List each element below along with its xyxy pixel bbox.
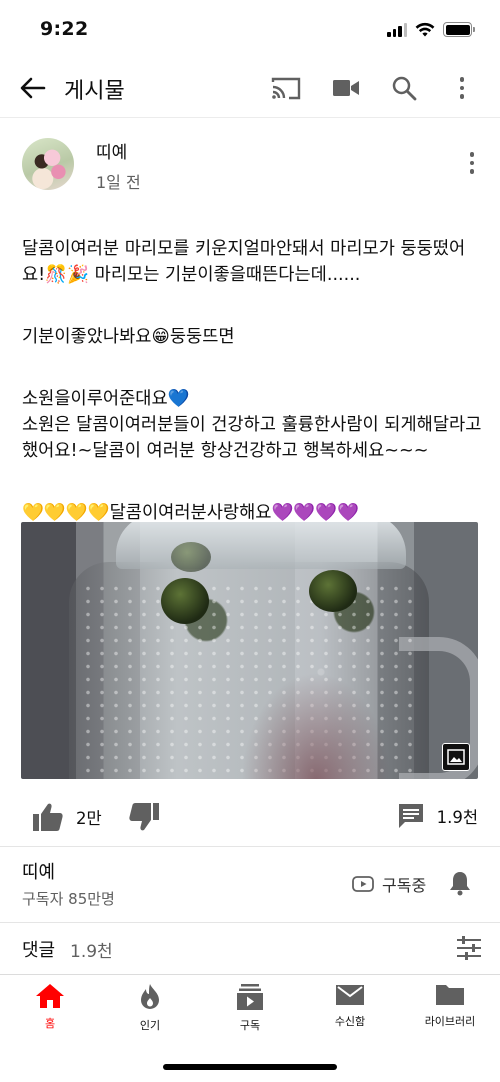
- search-icon: [392, 76, 417, 101]
- nav-label: 라이브러리: [424, 1015, 476, 1028]
- channel-info: 띠예 구독자 85만명 구독중: [0, 846, 500, 922]
- back-button[interactable]: [18, 74, 48, 102]
- home-icon: [36, 984, 64, 1008]
- comments-header[interactable]: 댓글 1.9천: [0, 922, 500, 974]
- dot: [469, 160, 475, 165]
- post-image[interactable]: [21, 522, 478, 779]
- youtube-subscribed-icon: [352, 876, 374, 892]
- video-camera-icon: [333, 80, 359, 96]
- dot: [469, 152, 475, 157]
- dislike-button[interactable]: [128, 802, 160, 836]
- nav-item-inbox[interactable]: 수신함: [300, 983, 400, 1039]
- status-time: 9:22: [40, 18, 89, 40]
- post-actions: 2만 1.9천: [0, 794, 500, 846]
- nav-item-library[interactable]: 라이브러리: [400, 983, 500, 1039]
- channel-name[interactable]: 띠예: [22, 858, 55, 884]
- thumbs-down-icon: [129, 803, 159, 831]
- marimo-ball: [171, 542, 211, 572]
- subscribed-button[interactable]: 구독중: [352, 872, 426, 896]
- comments-title: 댓글: [22, 940, 56, 961]
- jar-lid-shape: [116, 522, 406, 569]
- dot: [459, 85, 465, 91]
- dot: [459, 77, 465, 82]
- comments-count: 1.9천: [70, 942, 113, 962]
- notification-bell-button[interactable]: [448, 870, 472, 900]
- battery-icon: [443, 22, 475, 37]
- cellular-signal-icon: [387, 22, 407, 37]
- post-paragraph: 기분이좋았나봐요😁둥둥뜨면: [22, 327, 235, 347]
- like-count: 2만: [76, 809, 102, 828]
- dot: [459, 94, 465, 99]
- search-button[interactable]: [388, 73, 420, 103]
- thumbs-up-icon: [33, 803, 63, 831]
- image-icon: [442, 743, 470, 771]
- post-header: 띠예 1일 전: [0, 118, 500, 204]
- more-options-button[interactable]: [446, 73, 478, 103]
- avatar[interactable]: [22, 138, 74, 190]
- nav-label: 구독: [239, 1019, 261, 1032]
- nav-label: 홈: [44, 1017, 56, 1030]
- page-title: 게시물: [64, 79, 125, 104]
- nav-label: 수신함: [334, 1015, 366, 1028]
- app-header: 게시물: [0, 58, 500, 118]
- bell-icon: [450, 872, 470, 896]
- post-paragraph: 소원을이루어준대요💙 소원은 달콤이여러분들이 건강하고 훌륭한사람이 되게해달…: [22, 389, 482, 461]
- status-icons: [387, 22, 475, 37]
- cast-icon: [271, 77, 301, 100]
- create-video-button[interactable]: [330, 73, 362, 103]
- nav-item-trending[interactable]: 인기: [100, 983, 200, 1039]
- nav-item-home[interactable]: 홈: [0, 983, 100, 1039]
- post-author-name[interactable]: 띠예: [96, 138, 127, 163]
- cast-button[interactable]: [270, 73, 302, 103]
- marimo-ball: [309, 570, 357, 612]
- like-button[interactable]: 2만: [32, 802, 102, 832]
- dot: [469, 169, 475, 174]
- status-bar: 9:22: [0, 0, 500, 58]
- library-folder-icon: [436, 985, 464, 1005]
- subscriber-count: 구독자 85만명: [22, 890, 115, 908]
- post-menu-button[interactable]: [466, 152, 478, 178]
- marimo-ball: [161, 578, 209, 624]
- subscriptions-icon: [237, 984, 263, 1010]
- nav-item-subscriptions[interactable]: 구독: [200, 983, 300, 1039]
- home-indicator: [163, 1064, 337, 1070]
- sort-comments-button[interactable]: [456, 936, 482, 964]
- post-time: 1일 전: [96, 173, 141, 192]
- arrow-back-icon: [20, 77, 46, 99]
- inbox-mail-icon: [336, 985, 364, 1005]
- subscribed-label: 구독중: [382, 876, 427, 895]
- comment-count: 1.9천: [436, 808, 478, 827]
- post-paragraph: 달콤이여러분 마리모를 키운지얼마안돼서 마리모가 둥둥떴어요!🎊🎉 마리모는 …: [22, 239, 466, 285]
- comment-icon: [398, 804, 423, 828]
- coral-shape: [241, 672, 391, 779]
- bottom-navigation: 홈 인기 구독 수신함 라이브러리: [0, 974, 500, 1046]
- post-body: 달콤이여러분 마리모를 키운지얼마안돼서 마리모가 둥둥떴어요!🎊🎉 마리모는 …: [22, 210, 482, 562]
- wifi-icon: [415, 22, 435, 37]
- comments-button[interactable]: 1.9천: [397, 802, 478, 830]
- nav-label: 인기: [139, 1019, 161, 1032]
- sort-filter-icon: [457, 936, 481, 960]
- trending-icon: [141, 984, 159, 1009]
